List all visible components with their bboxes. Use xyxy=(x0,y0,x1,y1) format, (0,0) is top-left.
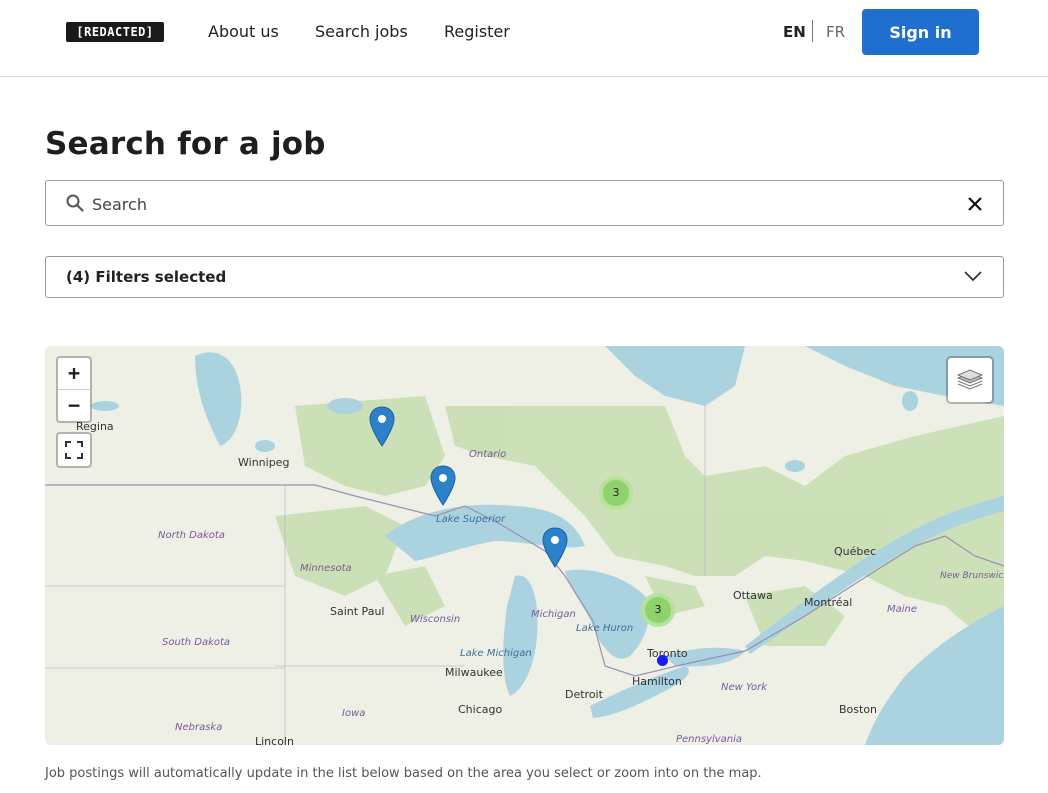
place-label: Michigan xyxy=(531,609,576,620)
place-label: Detroit xyxy=(565,688,603,701)
place-label: Hamilton xyxy=(632,675,682,688)
site-header: [REDACTED] About us Search jobs Register… xyxy=(0,0,1048,77)
map-labels: Regina Winnipeg Ontario North Dakota Min… xyxy=(45,346,1004,745)
place-label: North Dakota xyxy=(158,530,225,541)
place-label: Ottawa xyxy=(733,589,773,602)
search-field[interactable] xyxy=(45,180,1004,226)
nav-register[interactable]: Register xyxy=(444,22,510,42)
place-label: Iowa xyxy=(342,708,366,719)
filters-dropdown[interactable]: (4) Filters selected xyxy=(45,256,1004,298)
place-label: Lake Huron xyxy=(576,623,634,634)
marker-cluster[interactable]: 3 xyxy=(599,476,633,510)
clear-search-icon[interactable] xyxy=(968,197,982,211)
zoom-control: + − xyxy=(56,356,92,423)
nav-about-us[interactable]: About us xyxy=(208,22,279,42)
zoom-out-button[interactable]: − xyxy=(58,390,90,421)
site-logo[interactable]: [REDACTED] xyxy=(66,22,164,42)
place-label: Saint Paul xyxy=(330,605,385,618)
place-label: Nebraska xyxy=(175,722,223,733)
place-label: Lincoln xyxy=(255,735,294,745)
place-label: New York xyxy=(721,682,768,693)
place-label: Boston xyxy=(839,703,878,716)
current-location-dot xyxy=(657,655,668,666)
job-map[interactable]: Regina Winnipeg Ontario North Dakota Min… xyxy=(45,346,1004,745)
chevron-down-icon xyxy=(964,271,982,282)
layers-button[interactable] xyxy=(946,356,994,404)
search-icon xyxy=(66,194,84,212)
job-marker[interactable] xyxy=(369,406,395,448)
layers-icon xyxy=(957,369,983,390)
job-marker[interactable] xyxy=(542,527,568,569)
place-label: Minnesota xyxy=(300,563,352,574)
cluster-count: 3 xyxy=(603,480,629,506)
filters-label: (4) Filters selected xyxy=(66,268,227,286)
zoom-in-button[interactable]: + xyxy=(58,358,90,390)
nav-search-jobs[interactable]: Search jobs xyxy=(315,22,408,42)
fullscreen-button[interactable] xyxy=(56,432,92,468)
place-label: Montréal xyxy=(804,596,853,609)
fullscreen-icon xyxy=(65,441,83,459)
place-label: Winnipeg xyxy=(238,456,290,469)
place-label: Lake Michigan xyxy=(460,648,532,659)
cluster-count: 3 xyxy=(645,597,671,623)
lang-fr[interactable]: FR xyxy=(826,22,845,42)
place-label: Wisconsin xyxy=(410,614,461,625)
map-footnote: Job postings will automatically update i… xyxy=(45,766,762,781)
lang-en[interactable]: EN xyxy=(783,22,806,42)
place-label: South Dakota xyxy=(162,637,231,648)
job-marker[interactable] xyxy=(430,465,456,507)
place-label: Maine xyxy=(887,604,918,615)
place-label: Lake Superior xyxy=(436,514,506,525)
place-label: Chicago xyxy=(458,703,503,716)
place-label: Pennsylvania xyxy=(676,734,743,745)
place-label: Milwaukee xyxy=(445,666,503,679)
sign-in-button[interactable]: Sign in xyxy=(862,9,979,55)
search-input[interactable] xyxy=(90,191,954,217)
marker-cluster[interactable]: 3 xyxy=(641,593,675,627)
page-title: Search for a job xyxy=(45,126,326,162)
lang-divider xyxy=(812,20,813,42)
place-label: New Brunswick xyxy=(940,571,1004,581)
place-label: Québec xyxy=(834,545,877,558)
place-label: Ontario xyxy=(469,449,507,460)
